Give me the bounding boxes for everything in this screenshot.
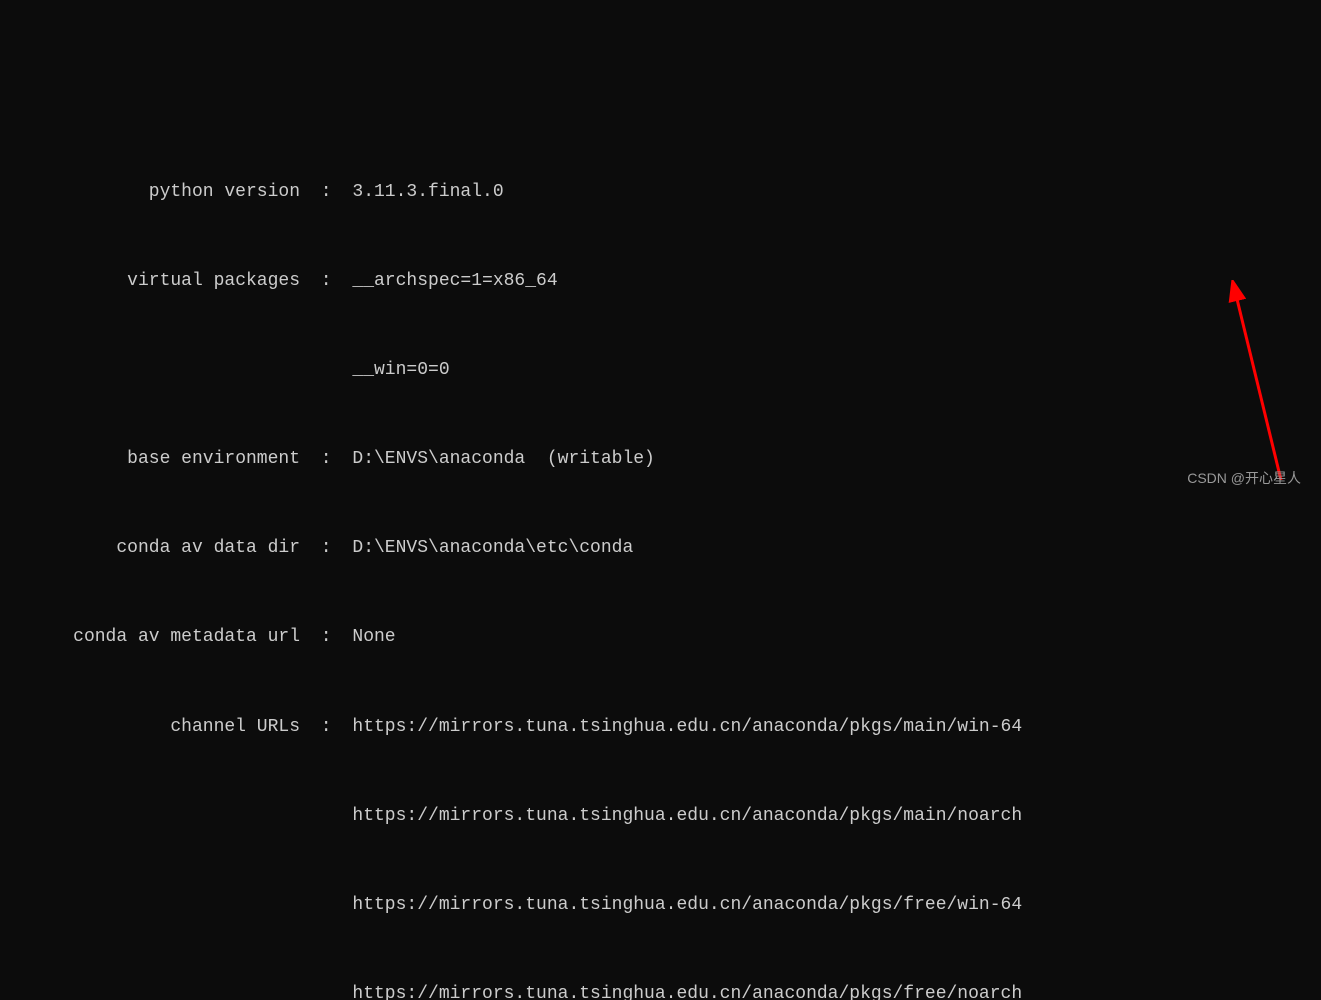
terminal-row: https://mirrors.tuna.tsinghua.edu.cn/ana… xyxy=(0,980,1321,1000)
row-label: conda av metadata url xyxy=(0,623,300,653)
terminal-row: __win=0=0 xyxy=(0,356,1321,386)
row-value: __win=0=0 xyxy=(352,356,449,386)
row-sep xyxy=(300,891,352,921)
row-value: https://mirrors.tuna.tsinghua.edu.cn/ana… xyxy=(352,802,1022,832)
row-sep: : xyxy=(300,534,352,564)
terminal-row: https://mirrors.tuna.tsinghua.edu.cn/ana… xyxy=(0,891,1321,921)
row-value: 3.11.3.final.0 xyxy=(352,178,503,208)
row-label: conda av data dir xyxy=(0,534,300,564)
row-value: https://mirrors.tuna.tsinghua.edu.cn/ana… xyxy=(352,891,1022,921)
terminal-row: https://mirrors.tuna.tsinghua.edu.cn/ana… xyxy=(0,802,1321,832)
row-sep xyxy=(300,802,352,832)
row-label xyxy=(0,891,300,921)
terminal-row: conda av data dir : D:\ENVS\anaconda\etc… xyxy=(0,534,1321,564)
terminal-row: conda av metadata url : None xyxy=(0,623,1321,653)
terminal-row: virtual packages : __archspec=1=x86_64 xyxy=(0,267,1321,297)
row-value: D:\ENVS\anaconda\etc\conda xyxy=(352,534,633,564)
terminal-row: python version : 3.11.3.final.0 xyxy=(0,178,1321,208)
row-value: D:\ENVS\anaconda (writable) xyxy=(352,445,654,475)
row-sep: : xyxy=(300,623,352,653)
row-sep: : xyxy=(300,178,352,208)
row-label xyxy=(0,356,300,386)
row-value: None xyxy=(352,623,395,653)
row-value: https://mirrors.tuna.tsinghua.edu.cn/ana… xyxy=(352,713,1022,743)
row-label xyxy=(0,802,300,832)
row-sep: : xyxy=(300,713,352,743)
terminal-output: python version : 3.11.3.final.0 virtual … xyxy=(0,119,1321,1000)
watermark: CSDN @开心星人 xyxy=(1187,467,1301,490)
row-label xyxy=(0,980,300,1000)
row-label: base environment xyxy=(0,445,300,475)
row-label: virtual packages xyxy=(0,267,300,297)
row-value: https://mirrors.tuna.tsinghua.edu.cn/ana… xyxy=(352,980,1022,1000)
row-label: python version xyxy=(0,178,300,208)
terminal-row: channel URLs : https://mirrors.tuna.tsin… xyxy=(0,713,1321,743)
row-value: __archspec=1=x86_64 xyxy=(352,267,557,297)
row-label: channel URLs xyxy=(0,713,300,743)
row-sep: : xyxy=(300,445,352,475)
terminal-row: base environment : D:\ENVS\anaconda (wri… xyxy=(0,445,1321,475)
row-sep: : xyxy=(300,267,352,297)
row-sep xyxy=(300,980,352,1000)
row-sep xyxy=(300,356,352,386)
